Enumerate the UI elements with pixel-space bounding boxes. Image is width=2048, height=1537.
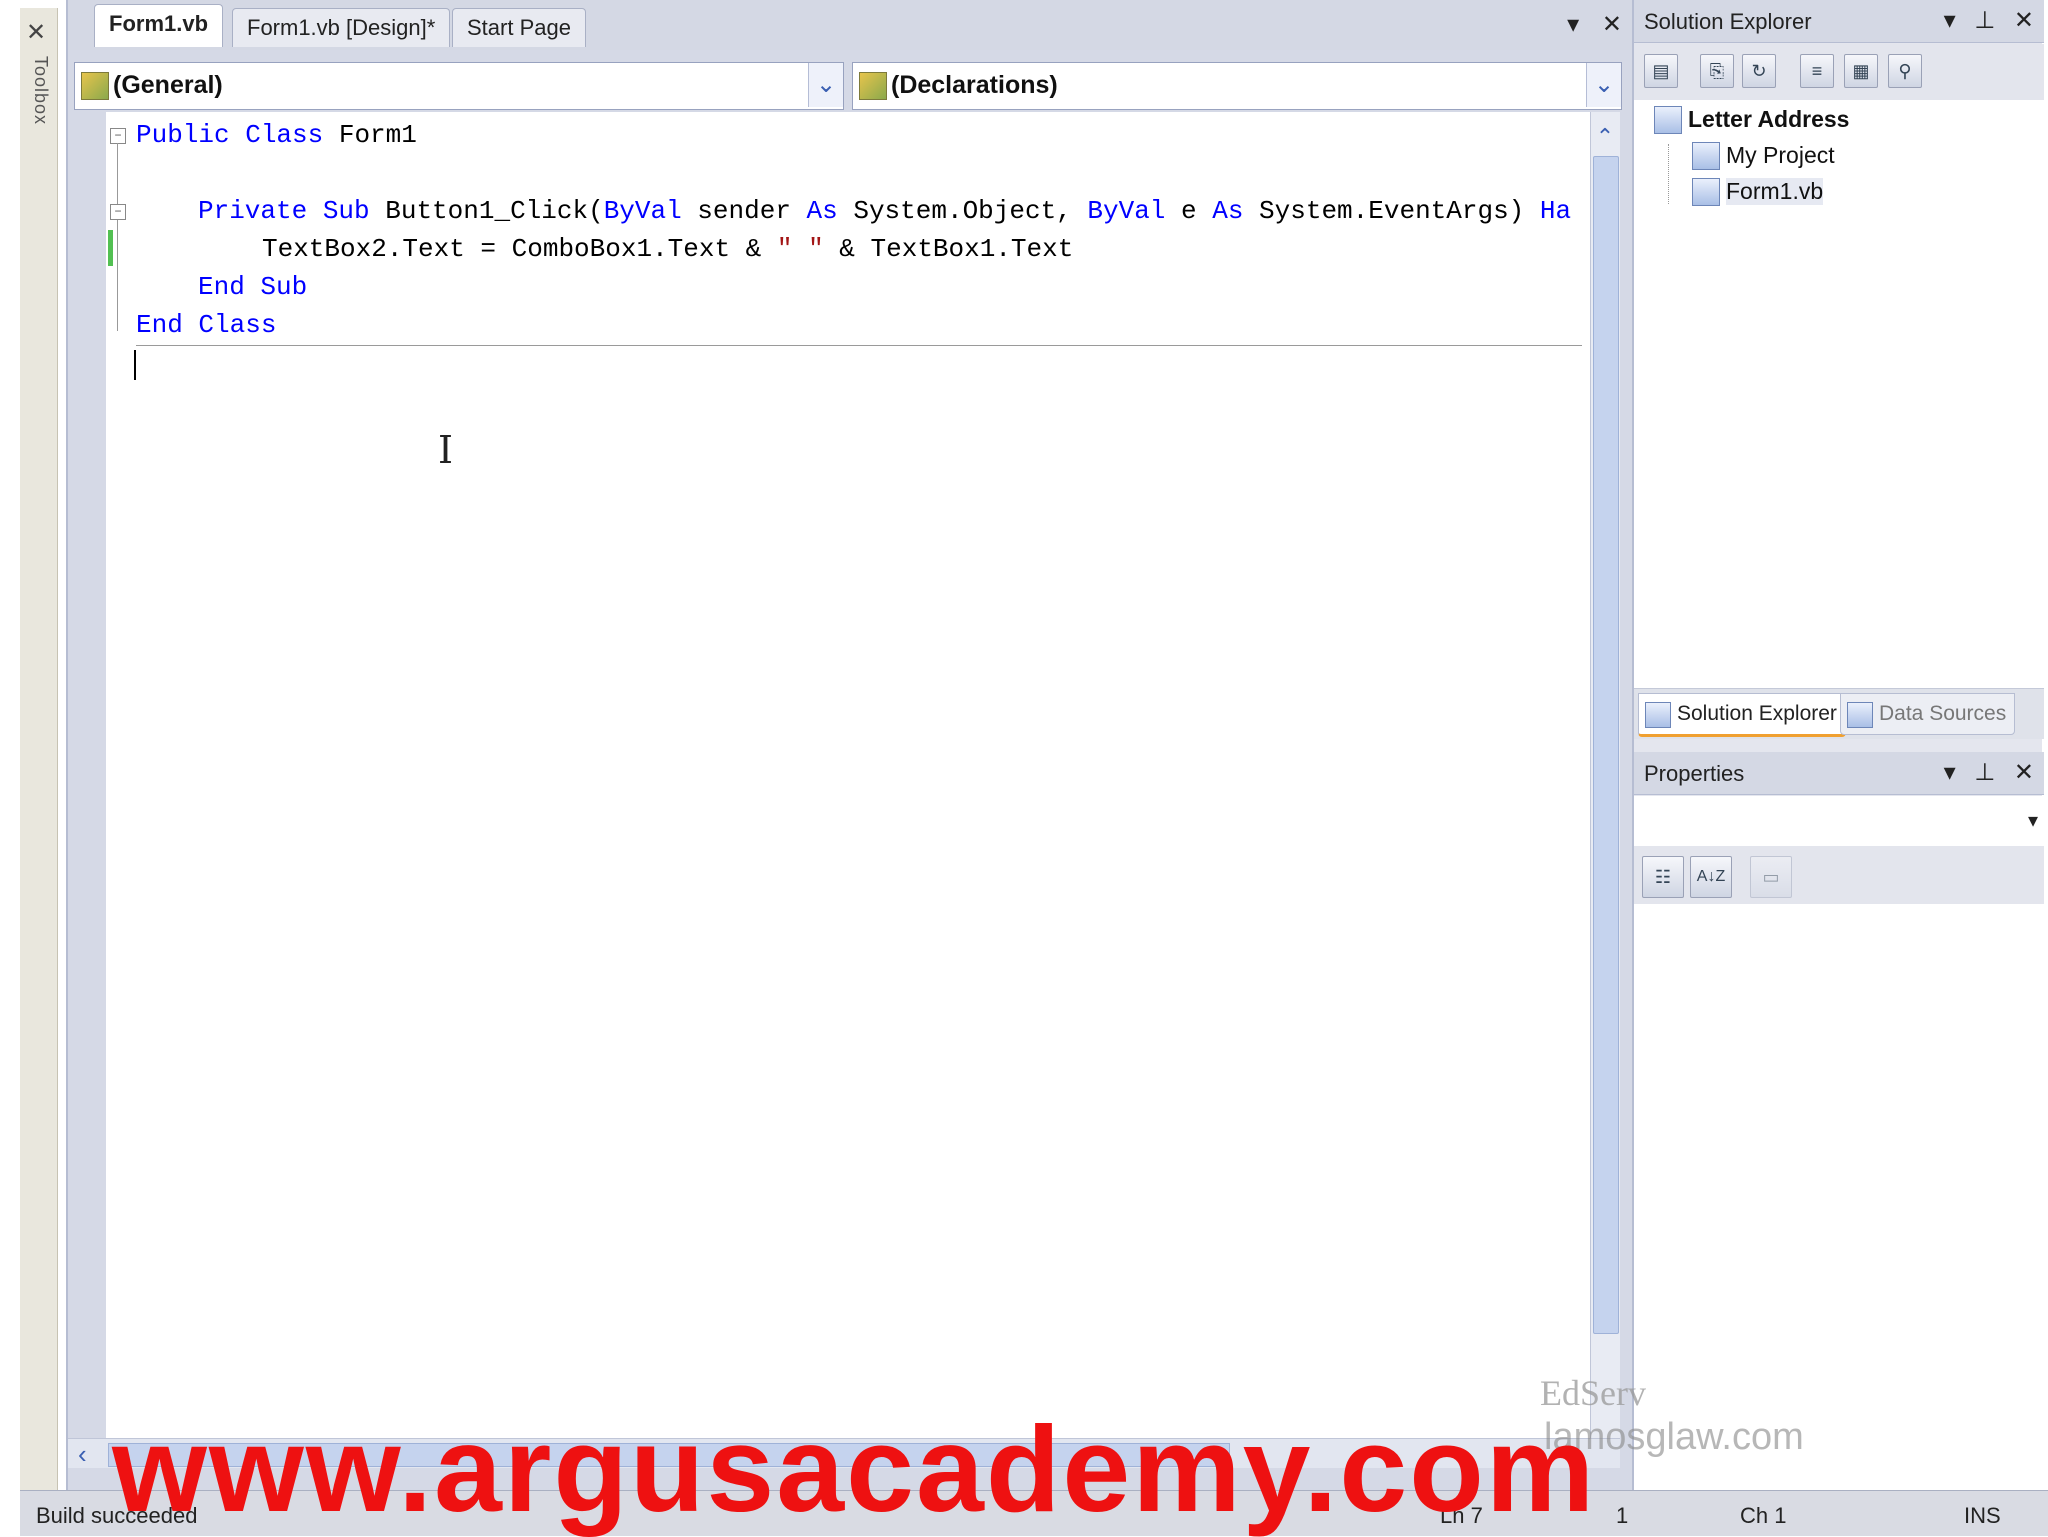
panel-dropdown-icon[interactable]: ▾ (1944, 759, 1956, 786)
vertical-scrollbar[interactable]: ⌃ (1590, 112, 1620, 1452)
vertical-scroll-thumb[interactable] (1593, 156, 1619, 1334)
toolbox-strip[interactable]: ✕ Toolbox (20, 8, 58, 1508)
solution-explorer-icon (1645, 702, 1671, 728)
pin-icon[interactable]: ⊥ (1974, 7, 1995, 34)
chevron-down-icon[interactable]: ⌄ (1586, 63, 1621, 107)
view-code-button[interactable]: ≡ (1800, 54, 1834, 88)
changed-line-marker (108, 230, 113, 266)
text-caret (134, 350, 136, 380)
document-tab-strip: Form1.vb Form1.vb [Design]* Start Page ▾… (68, 0, 1632, 50)
toolbox-label: Toolbox (31, 56, 51, 126)
scroll-up-icon[interactable]: ⌃ (1591, 124, 1619, 150)
properties-toolbar: ☷ A↓Z ▭ (1634, 846, 2044, 905)
outline-line (117, 143, 118, 331)
tab-actions: ▾ ✕ (1551, 10, 1622, 39)
alphabetical-button[interactable]: A↓Z (1690, 856, 1732, 898)
close-panel-icon[interactable]: ✕ (2014, 7, 2034, 34)
chevron-down-icon[interactable]: ⌄ (808, 63, 843, 107)
status-column: 1 (1616, 1503, 1629, 1528)
status-char: Ch 1 (1740, 1503, 1787, 1528)
outline-gutter (106, 112, 136, 1442)
pin-icon[interactable]: ⊥ (1974, 759, 1995, 786)
class-name-combo[interactable]: (General) ⌄ (74, 62, 844, 110)
tree-item-my-project[interactable]: My Project (1726, 142, 1835, 169)
collapse-sub-icon[interactable]: − (110, 204, 126, 220)
chevron-down-icon[interactable]: ▾ (2028, 808, 2038, 833)
tab-start-page[interactable]: Start Page (452, 8, 586, 47)
code-line-3[interactable]: Private Sub Button1_Click(ByVal sender A… (198, 196, 1571, 226)
toolbox-icon: ✕ (26, 19, 47, 46)
tab-data-sources[interactable]: Data Sources (1840, 693, 2016, 735)
general-icon (81, 72, 109, 100)
project-node[interactable]: Letter Address (1688, 106, 1849, 133)
properties-button[interactable]: ▤ (1644, 54, 1678, 88)
my-project-icon (1692, 142, 1720, 170)
tab-form1-design[interactable]: Form1.vb [Design]* (232, 8, 451, 47)
properties-titlebar: Properties ▾ ⊥ ✕ (1634, 752, 2044, 795)
property-pages-button[interactable]: ▭ (1750, 856, 1792, 898)
data-sources-icon (1847, 702, 1873, 728)
properties-title: Properties (1644, 761, 1745, 786)
collapse-class-icon[interactable]: − (110, 128, 126, 144)
categorized-button[interactable]: ☷ (1642, 856, 1684, 898)
url-watermark: www.argusacademy.com (112, 1401, 1597, 1537)
close-document-icon[interactable]: ✕ (1602, 11, 1622, 38)
show-all-files-button[interactable]: ⎘ (1700, 54, 1734, 88)
panel-dropdown-icon[interactable]: ▾ (1944, 7, 1956, 34)
declarations-icon (859, 72, 887, 100)
code-line-4[interactable]: TextBox2.Text = ComboBox1.Text & " " & T… (262, 234, 1073, 264)
tab-dropdown-icon[interactable]: ▾ (1567, 11, 1579, 38)
refresh-button[interactable]: ↻ (1742, 54, 1776, 88)
view-designer-button[interactable]: ▦ (1844, 54, 1878, 88)
code-editor[interactable] (106, 112, 1590, 1442)
code-line-6[interactable]: End Class (136, 310, 276, 340)
tab-solution-explorer[interactable]: Solution Explorer (1638, 693, 1846, 737)
method-name-value: (Declarations) (891, 71, 1058, 99)
solution-explorer-titlebar: Solution Explorer ▾ ⊥ ✕ (1634, 0, 2044, 43)
tab-form1-code[interactable]: Form1.vb (94, 4, 224, 47)
solution-explorer-title: Solution Explorer (1644, 9, 1812, 34)
ibeam-cursor-icon: I (438, 428, 454, 472)
method-name-combo[interactable]: (Declarations) ⌄ (852, 62, 1622, 110)
vb-file-icon (1692, 178, 1720, 206)
dock-tab-strip: Solution Explorer Data Sources (1634, 688, 2044, 739)
right-dock: Solution Explorer ▾ ⊥ ✕ ▤ ⎘ ↻ ≡ ▦ ⚲ Lett… (1632, 0, 2044, 1508)
solution-explorer-toolbar: ▤ ⎘ ↻ ≡ ▦ ⚲ (1634, 44, 2044, 101)
tree-item-form1[interactable]: Form1.vb (1726, 178, 1824, 205)
project-icon (1654, 106, 1682, 134)
procedure-separator (136, 345, 1582, 346)
solution-tree: Letter Address My Project Form1.vb (1634, 100, 2044, 688)
properties-object-combo[interactable]: ▾ (1634, 796, 2044, 847)
close-panel-icon[interactable]: ✕ (2014, 759, 2034, 786)
code-line-1[interactable]: Public Class Form1 (136, 120, 417, 150)
scroll-left-icon[interactable]: ‹ (78, 1439, 87, 1470)
tree-line (1668, 144, 1670, 204)
status-ins: INS (1964, 1503, 2001, 1528)
class-name-value: (General) (113, 71, 223, 99)
code-line-5[interactable]: End Sub (198, 272, 307, 302)
class-diagram-button[interactable]: ⚲ (1888, 54, 1922, 88)
